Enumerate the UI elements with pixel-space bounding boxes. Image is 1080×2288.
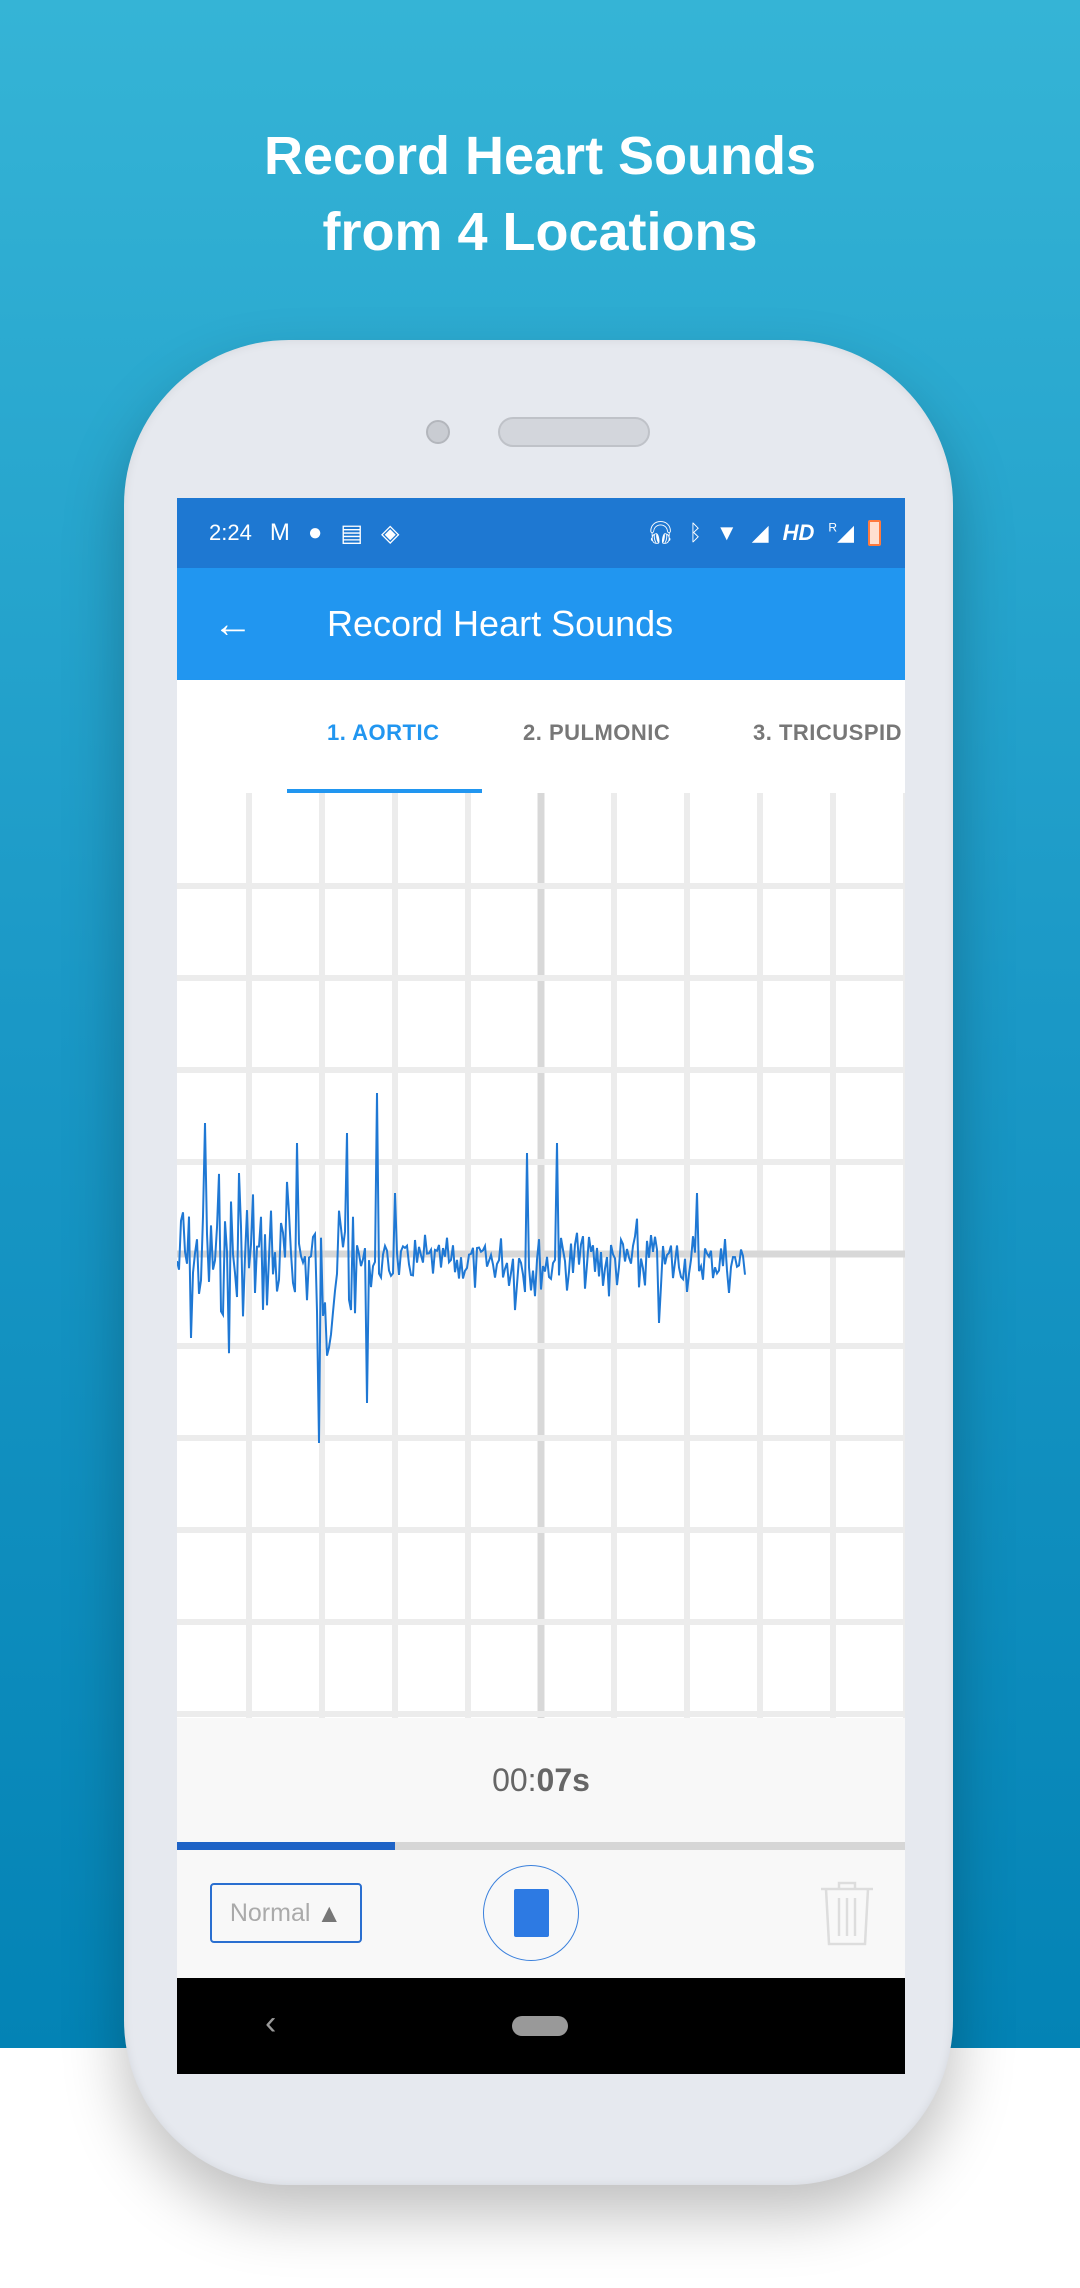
speed-label: Normal bbox=[230, 1899, 311, 1928]
timer-seconds: 07s bbox=[537, 1762, 590, 1799]
bluetooth-icon: ᛒ bbox=[689, 520, 702, 546]
speed-dropdown[interactable]: Normal ▲ bbox=[210, 1883, 362, 1943]
tab-pulmonic[interactable]: 2. PULMONIC bbox=[523, 720, 670, 746]
location-tabs: 1. AORTIC 2. PULMONIC 3. TRICUSPID bbox=[177, 680, 905, 793]
waveform-chart bbox=[177, 793, 905, 1718]
roaming-label: R bbox=[828, 521, 837, 535]
trash-icon[interactable] bbox=[819, 1880, 875, 1946]
tab-aortic[interactable]: 1. AORTIC bbox=[327, 720, 439, 746]
nav-back-icon[interactable]: ‹ bbox=[265, 2004, 276, 2043]
timer-minutes: 00: bbox=[492, 1762, 536, 1799]
status-time: 2:24 bbox=[209, 520, 252, 546]
recording-progress-bar bbox=[177, 1842, 905, 1850]
news-icon: ▤ bbox=[340, 519, 363, 548]
headline-line-1: Record Heart Sounds bbox=[0, 118, 1080, 194]
hd-icon: HD bbox=[783, 520, 815, 546]
toolbar: ← Record Heart Sounds bbox=[177, 568, 905, 680]
wifi-icon: ▼ bbox=[716, 520, 738, 546]
back-arrow-icon[interactable]: ← bbox=[177, 602, 327, 647]
gmail-icon: M bbox=[270, 519, 290, 547]
stop-icon bbox=[514, 1889, 549, 1937]
circle-icon: ● bbox=[308, 519, 323, 547]
roaming-signal-icon: R◢ bbox=[828, 520, 854, 546]
stop-button[interactable] bbox=[483, 1865, 579, 1961]
signal-app-icon: ◈ bbox=[381, 519, 399, 548]
progress-fill bbox=[177, 1842, 395, 1850]
waveform-line bbox=[177, 1093, 745, 1443]
status-bar: 2:24 M ● ▤ ◈ 🎧︎ ᛒ ▼ ◢ HD R◢ bbox=[177, 498, 905, 568]
app-screen: 2:24 M ● ▤ ◈ 🎧︎ ᛒ ▼ ◢ HD R◢ ← Record Hea… bbox=[177, 498, 905, 2074]
timer: 00: 07s bbox=[177, 1718, 905, 1842]
controls: Normal ▲ bbox=[177, 1850, 905, 1978]
page-title: Record Heart Sounds bbox=[327, 603, 673, 645]
speaker bbox=[498, 417, 650, 447]
camera bbox=[426, 420, 450, 444]
tab-tricuspid[interactable]: 3. TRICUSPID bbox=[753, 720, 902, 746]
waveform-svg bbox=[177, 793, 905, 1718]
nav-home-button[interactable] bbox=[512, 2016, 568, 2036]
battery-icon bbox=[868, 520, 881, 546]
headphones-icon: 🎧︎ bbox=[647, 520, 675, 546]
headline-line-2: from 4 Locations bbox=[0, 194, 1080, 270]
signal-x-icon: ◢ bbox=[752, 520, 769, 546]
triangle-up-icon: ▲ bbox=[316, 1898, 342, 1929]
headline: Record Heart Sounds from 4 Locations bbox=[0, 118, 1080, 270]
navigation-bar: ‹ bbox=[177, 1978, 905, 2074]
